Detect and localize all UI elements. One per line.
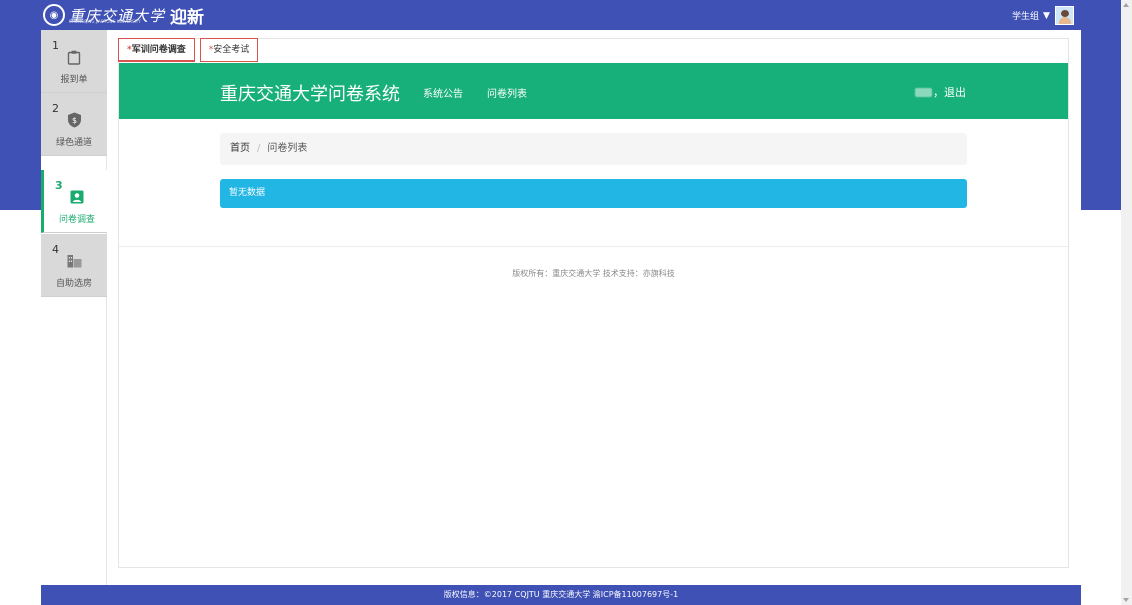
content-divider xyxy=(119,246,1068,247)
user-role-dropdown[interactable]: 学生组 ▼ xyxy=(1012,6,1074,25)
name-separator: ， xyxy=(933,86,944,99)
sidebar-step-green-channel[interactable]: 2 $ 绿色通道 xyxy=(41,93,107,156)
user-role-label: 学生组 xyxy=(1012,12,1040,22)
nav-link-announcements[interactable]: 系统公告 xyxy=(423,85,463,100)
scroll-down-arrow-icon[interactable] xyxy=(1123,598,1129,602)
redacted-username xyxy=(915,87,932,97)
step-label: 绿色通道 xyxy=(55,138,92,148)
breadcrumb: 首页 / 问卷列表 xyxy=(220,133,967,165)
building-icon xyxy=(66,253,82,269)
step-number: 4 xyxy=(52,243,59,256)
tab-bar: *军训问卷调查 *安全考试 xyxy=(118,38,263,62)
step-label: 报到单 xyxy=(60,75,88,85)
university-emblem-icon: ◉ xyxy=(43,4,65,26)
step-number: 2 xyxy=(52,102,59,115)
step-number: 3 xyxy=(55,179,63,192)
tab-label: 军训问卷调查 xyxy=(131,45,186,55)
logout-link[interactable]: 退出 xyxy=(944,84,966,100)
step-label: 自助选房 xyxy=(55,279,92,289)
sidebar-step-registration[interactable]: 1 报到单 xyxy=(41,30,107,93)
logo-university-english: CHONGQING JIAOTONG UNIVERSITY xyxy=(69,19,141,24)
page-scrollbar[interactable] xyxy=(1121,0,1132,605)
avatar[interactable] xyxy=(1054,6,1074,25)
money-shield-icon: $ xyxy=(66,112,82,128)
step-label: 问卷调查 xyxy=(58,215,95,225)
university-logo[interactable]: ◉ 重庆交通大学 CHONGQING JIAOTONG UNIVERSITY 迎… xyxy=(43,3,205,28)
step-number: 1 xyxy=(52,39,59,52)
sidebar-step-survey[interactable]: 3 问卷调查 xyxy=(41,170,107,233)
user-area: ， 退出 xyxy=(915,84,966,100)
breadcrumb-current: 问卷列表 xyxy=(267,143,308,154)
footer-bar: 版权信息：©2017 CQJTU 重庆交通大学 渝ICP备11007697号-1 xyxy=(41,585,1081,605)
breadcrumb-home[interactable]: 首页 xyxy=(230,133,250,165)
sidebar: 1 报到单 2 $ 绿色通道 3 问卷调查 4 自助选房 xyxy=(41,30,107,585)
nav-link-survey-list[interactable]: 问卷列表 xyxy=(487,85,527,100)
survey-system-title[interactable]: 重庆交通大学问卷系统 xyxy=(220,80,400,106)
user-card-icon xyxy=(69,189,85,205)
tab-military-training-survey[interactable]: *军训问卷调查 xyxy=(118,38,195,62)
clipboard-icon xyxy=(66,49,82,65)
empty-data-alert: 暂无数据 xyxy=(220,179,967,208)
top-navigation-bar: ◉ 重庆交通大学 CHONGQING JIAOTONG UNIVERSITY 迎… xyxy=(0,0,1132,30)
scroll-up-arrow-icon[interactable] xyxy=(1123,3,1129,7)
breadcrumb-separator: / xyxy=(257,143,261,154)
tab-safety-exam[interactable]: *安全考试 xyxy=(199,38,259,62)
svg-text:$: $ xyxy=(71,116,76,125)
caret-down-icon: ▼ xyxy=(1043,10,1050,21)
tab-label: 安全考试 xyxy=(213,45,250,55)
survey-system-header: 重庆交通大学问卷系统 系统公告 问卷列表 ， 退出 xyxy=(119,63,1068,119)
sidebar-step-room-selection[interactable]: 4 自助选房 xyxy=(41,234,107,297)
copyright-text: 版权所有：重庆交通大学 技术支持：亦旗科技 xyxy=(512,269,675,278)
logo-welcome-text: 迎新 xyxy=(170,7,205,28)
